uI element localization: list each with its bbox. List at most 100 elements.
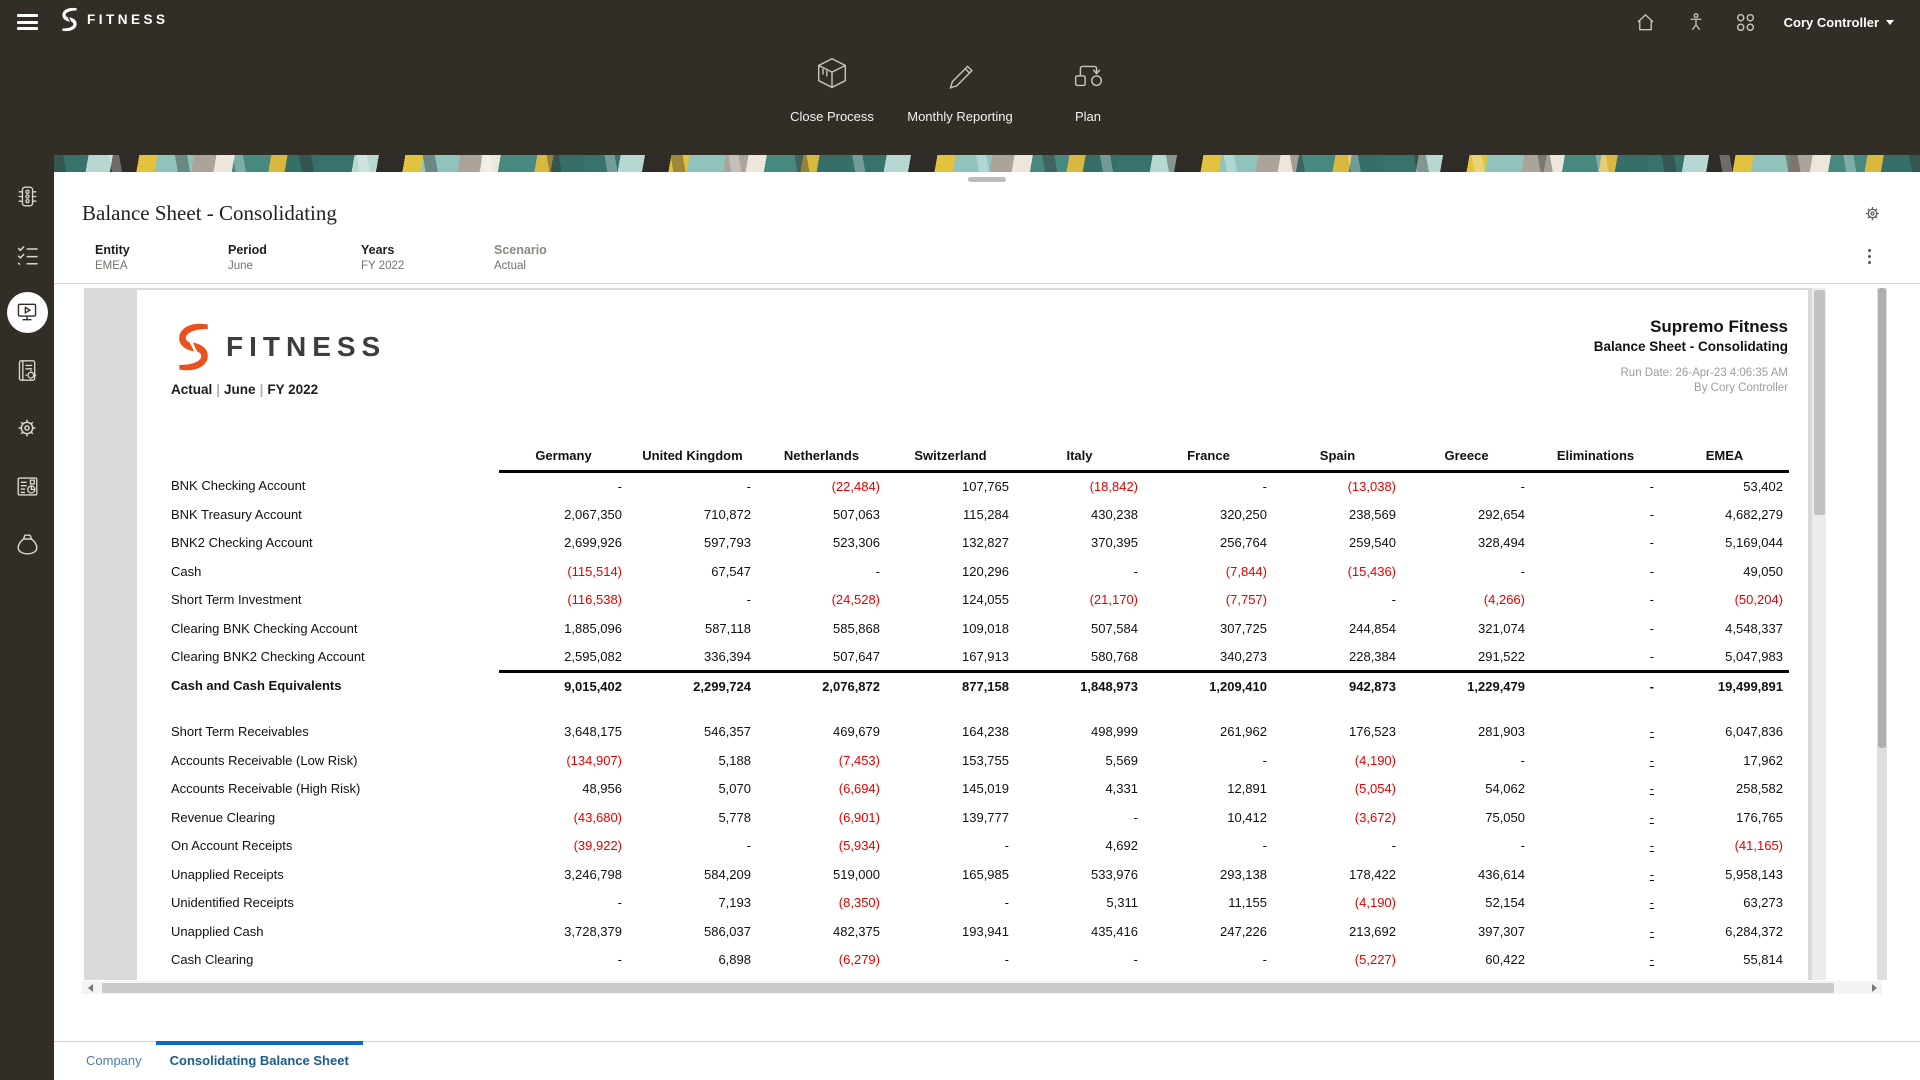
pov-entity[interactable]: Entity EMEA: [95, 242, 228, 274]
table-cell[interactable]: 176,523: [1273, 718, 1402, 747]
table-cell[interactable]: 6,898: [628, 946, 757, 975]
table-cell[interactable]: 258,582: [1660, 775, 1789, 804]
table-cell[interactable]: (116,538): [499, 586, 628, 615]
table-cell[interactable]: 507,063: [757, 500, 886, 529]
table-cell[interactable]: 213,692: [1273, 917, 1402, 946]
table-cell[interactable]: 498,999: [1015, 718, 1144, 747]
table-cell[interactable]: 3,648,175: [499, 718, 628, 747]
table-cell[interactable]: 320,250: [1144, 500, 1273, 529]
table-cell[interactable]: (24,528): [757, 586, 886, 615]
table-cell[interactable]: -: [1531, 472, 1660, 501]
table-cell[interactable]: 597,793: [628, 529, 757, 558]
table-cell[interactable]: 340,273: [1144, 643, 1273, 672]
table-cell[interactable]: (4,190): [1273, 746, 1402, 775]
table-cell[interactable]: -: [1402, 472, 1531, 501]
table-cell[interactable]: 3,728,379: [499, 917, 628, 946]
table-cell[interactable]: 580,768: [1015, 643, 1144, 672]
table-cell[interactable]: (6,694): [757, 775, 886, 804]
table-cell[interactable]: 63,273: [1660, 889, 1789, 918]
table-cell[interactable]: 5,188: [628, 746, 757, 775]
home-icon[interactable]: [1634, 10, 1658, 34]
table-cell[interactable]: 107,765: [886, 472, 1015, 501]
table-cell[interactable]: 533,976: [1015, 860, 1144, 889]
table-cell[interactable]: -: [499, 472, 628, 501]
sidebar-item-report-center[interactable]: [0, 457, 54, 515]
table-cell[interactable]: 178,422: [1273, 860, 1402, 889]
table-cell[interactable]: 4,682,279: [1660, 500, 1789, 529]
table-cell[interactable]: -: [1531, 557, 1660, 586]
table-cell[interactable]: 507,584: [1015, 614, 1144, 643]
table-cell[interactable]: 710,872: [628, 500, 757, 529]
sidebar-item-tasks[interactable]: [0, 225, 54, 283]
table-cell[interactable]: 587,118: [628, 614, 757, 643]
table-cell[interactable]: -: [1531, 775, 1660, 804]
table-cell[interactable]: -: [1531, 529, 1660, 558]
table-cell[interactable]: (134,907): [499, 746, 628, 775]
table-cell[interactable]: 115,284: [886, 500, 1015, 529]
table-cell[interactable]: 55,814: [1660, 946, 1789, 975]
table-cell[interactable]: 2,299,724: [628, 671, 757, 700]
table-cell[interactable]: 12,891: [1144, 775, 1273, 804]
table-cell[interactable]: 153,755: [886, 746, 1015, 775]
table-cell[interactable]: 436,614: [1402, 860, 1531, 889]
table-cell[interactable]: -: [1531, 671, 1660, 700]
table-cell[interactable]: 19,499,891: [1660, 671, 1789, 700]
table-cell[interactable]: (5,227): [1273, 946, 1402, 975]
table-cell[interactable]: 4,548,337: [1660, 614, 1789, 643]
scroll-right-arrow-icon[interactable]: [1866, 981, 1882, 994]
table-cell[interactable]: (50,204): [1660, 586, 1789, 615]
table-cell[interactable]: 164,238: [886, 718, 1015, 747]
table-cell[interactable]: 5,778: [628, 803, 757, 832]
pov-period[interactable]: Period June: [228, 242, 361, 274]
nav-plan[interactable]: Plan: [1026, 55, 1150, 124]
tab-consolidating-balance-sheet[interactable]: Consolidating Balance Sheet: [156, 1042, 363, 1079]
table-cell[interactable]: 17,962: [1660, 746, 1789, 775]
table-cell[interactable]: 2,595,082: [499, 643, 628, 672]
table-cell[interactable]: 5,070: [628, 775, 757, 804]
table-cell[interactable]: -: [886, 889, 1015, 918]
table-cell[interactable]: 370,395: [1015, 529, 1144, 558]
person-icon[interactable]: [1684, 10, 1708, 34]
user-menu[interactable]: Cory Controller: [1784, 15, 1894, 30]
table-cell[interactable]: (4,190): [1273, 889, 1402, 918]
table-cell[interactable]: 165,985: [886, 860, 1015, 889]
table-cell[interactable]: -: [1531, 917, 1660, 946]
table-cell[interactable]: 5,047,983: [1660, 643, 1789, 672]
hamburger-menu-icon[interactable]: [17, 11, 39, 31]
kebab-menu-icon[interactable]: [1865, 246, 1874, 267]
table-cell[interactable]: (3,672): [1273, 803, 1402, 832]
table-cell[interactable]: 259,540: [1273, 529, 1402, 558]
sidebar-item-processes[interactable]: [0, 167, 54, 225]
scrollbar-thumb[interactable]: [1814, 290, 1825, 515]
nav-close-process[interactable]: Close Process: [770, 55, 894, 124]
table-cell[interactable]: 5,569: [1015, 746, 1144, 775]
table-cell[interactable]: -: [1531, 889, 1660, 918]
table-cell[interactable]: 167,913: [886, 643, 1015, 672]
table-cell[interactable]: -: [1144, 832, 1273, 861]
table-cell[interactable]: -: [1531, 586, 1660, 615]
pov-scenario[interactable]: Scenario Actual: [494, 242, 627, 274]
table-cell[interactable]: -: [757, 557, 886, 586]
app-grid-icon[interactable]: [1734, 10, 1758, 34]
table-cell[interactable]: -: [499, 889, 628, 918]
table-cell[interactable]: 1,848,973: [1015, 671, 1144, 700]
table-cell[interactable]: 291,522: [1402, 643, 1531, 672]
table-cell[interactable]: (4,266): [1402, 586, 1531, 615]
table-cell[interactable]: 328,494: [1402, 529, 1531, 558]
table-cell[interactable]: -: [1015, 946, 1144, 975]
table-cell[interactable]: 193,941: [886, 917, 1015, 946]
table-cell[interactable]: 176,765: [1660, 803, 1789, 832]
table-cell[interactable]: 145,019: [886, 775, 1015, 804]
table-cell[interactable]: (22,484): [757, 472, 886, 501]
table-cell[interactable]: -: [1402, 832, 1531, 861]
table-cell[interactable]: 519,000: [757, 860, 886, 889]
table-cell[interactable]: -: [1144, 472, 1273, 501]
sidebar-item-currency[interactable]: [0, 515, 54, 573]
table-cell[interactable]: 247,226: [1144, 917, 1273, 946]
table-cell[interactable]: 67,547: [628, 557, 757, 586]
nav-monthly-reporting[interactable]: Monthly Reporting: [898, 55, 1022, 124]
table-cell[interactable]: 244,854: [1273, 614, 1402, 643]
table-cell[interactable]: (7,757): [1144, 586, 1273, 615]
table-cell[interactable]: -: [1531, 718, 1660, 747]
table-cell[interactable]: 5,311: [1015, 889, 1144, 918]
